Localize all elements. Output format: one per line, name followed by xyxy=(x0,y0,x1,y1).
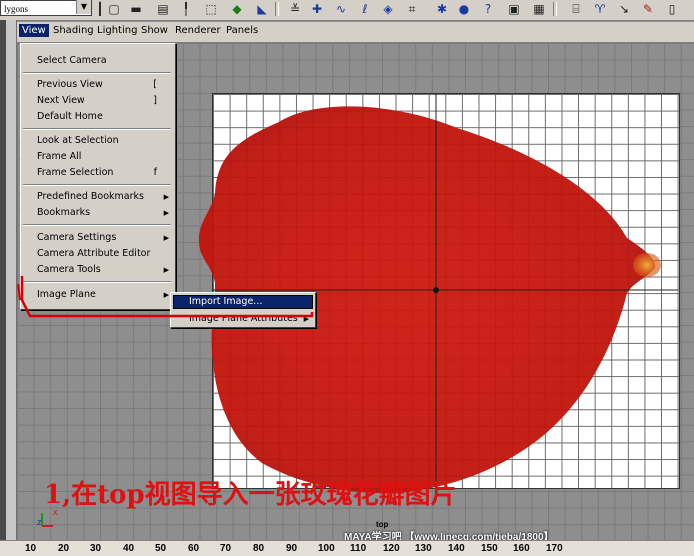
ruler-tick: 120 xyxy=(383,543,400,554)
ruler-tick: 160 xyxy=(513,543,530,554)
ruler-tick: 40 xyxy=(123,543,135,554)
ruler-tick: 70 xyxy=(220,543,232,554)
ruler-tick: 80 xyxy=(253,543,265,554)
ruler-tick: 110 xyxy=(350,543,367,554)
time-ruler[interactable]: 10 20 30 40 50 60 70 80 90 100 110 120 1… xyxy=(0,540,694,556)
ruler-tick: 90 xyxy=(286,543,298,554)
ruler-tick: 170 xyxy=(546,543,563,554)
ruler-tick: 20 xyxy=(58,543,70,554)
annotation-outline xyxy=(17,276,314,318)
ruler-tick: 130 xyxy=(415,543,432,554)
ruler-tick: 50 xyxy=(155,543,167,554)
ruler-tick: 30 xyxy=(90,543,102,554)
ruler-tick: 150 xyxy=(481,543,498,554)
ruler-tick: 100 xyxy=(318,543,335,554)
ruler-tick: 60 xyxy=(188,543,200,554)
ruler-tick: 140 xyxy=(448,543,465,554)
ruler-tick: 10 xyxy=(25,543,37,554)
tutorial-caption: 1,在top视图导入一张玫瑰花瓣图片 xyxy=(44,480,457,510)
